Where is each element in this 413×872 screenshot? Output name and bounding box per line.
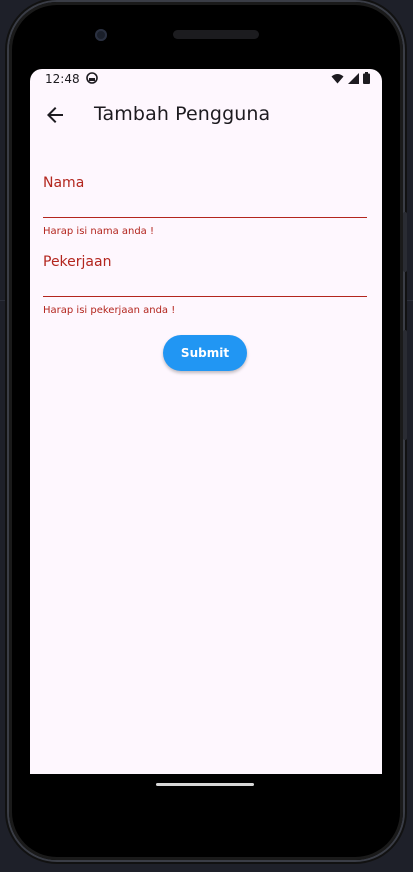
- job-label: Pekerjaan: [43, 254, 112, 270]
- front-camera: [95, 29, 107, 41]
- name-error-text: Harap isi nama anda !: [43, 226, 155, 237]
- volume-button: [403, 330, 407, 440]
- back-button[interactable]: [43, 103, 67, 127]
- job-input[interactable]: [43, 276, 367, 297]
- name-field: Nama Harap isi nama anda !: [43, 175, 367, 237]
- battery-icon: [363, 72, 370, 84]
- status-bar: 12:48: [30, 69, 382, 91]
- status-time: 12:48: [45, 72, 80, 86]
- app-bar: Tambah Pengguna: [30, 91, 382, 139]
- submit-button[interactable]: Submit: [163, 335, 247, 371]
- signal-icon: [348, 72, 359, 84]
- navigation-gesture-bar[interactable]: [156, 783, 254, 786]
- page-title: Tambah Pengguna: [94, 103, 271, 125]
- name-label: Nama: [43, 175, 85, 191]
- name-input[interactable]: [43, 197, 367, 218]
- status-icons: [331, 72, 370, 84]
- job-error-text: Harap isi pekerjaan anda !: [43, 305, 176, 316]
- wifi-icon: [331, 73, 344, 83]
- earpiece-speaker: [173, 30, 259, 39]
- app-screen: 12:48 Tambah Pengguna Nama Harap isi nam…: [30, 69, 382, 774]
- arrow-back-icon: [47, 107, 63, 123]
- job-field: Pekerjaan Harap isi pekerjaan anda !: [43, 254, 367, 316]
- android-icon: [86, 72, 98, 87]
- power-button: [403, 212, 407, 272]
